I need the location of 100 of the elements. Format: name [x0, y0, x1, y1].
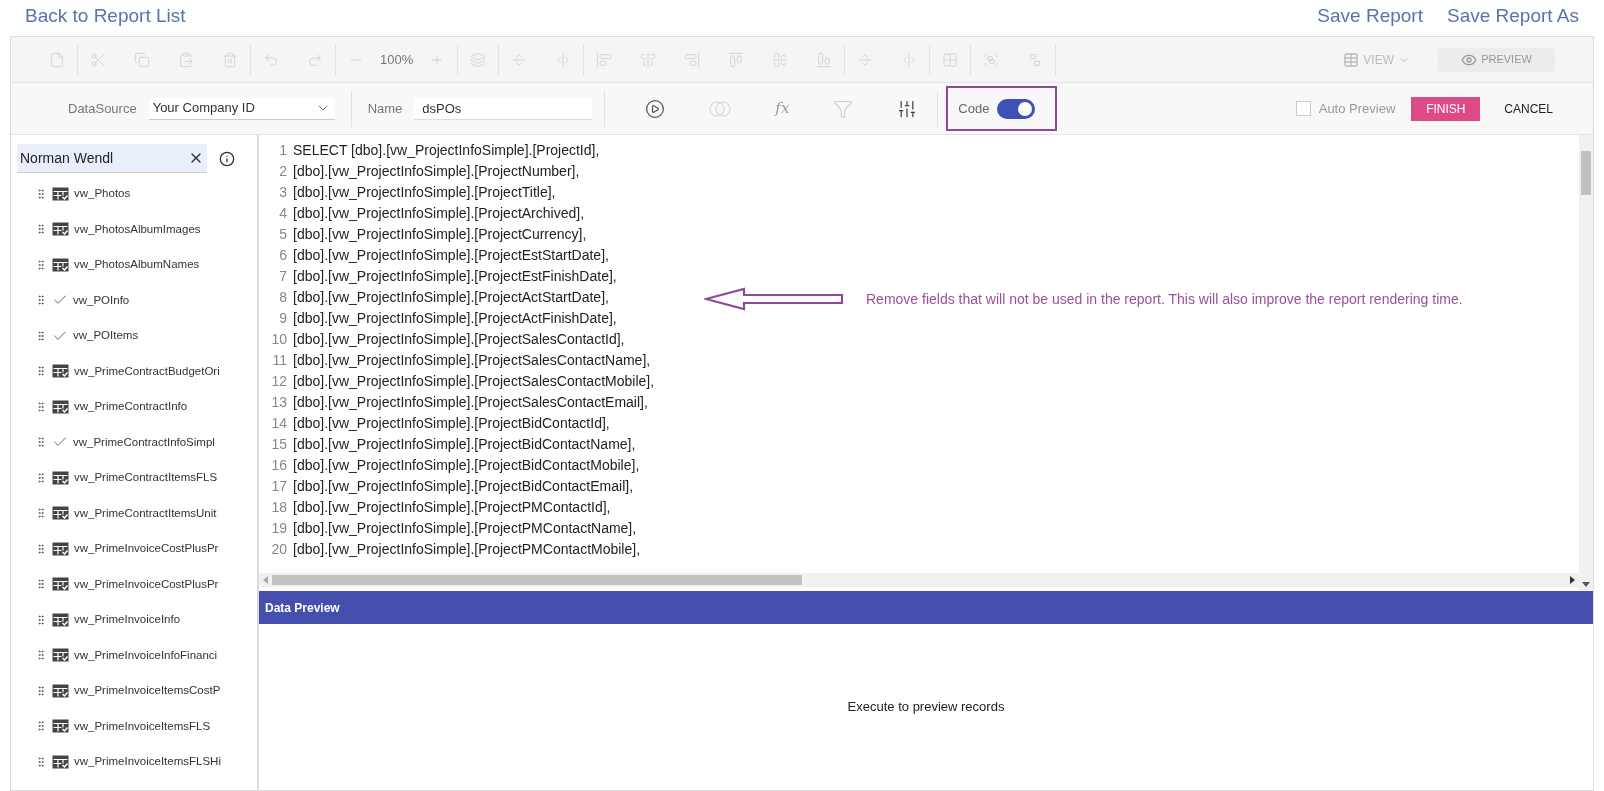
- table-list-item[interactable]: vw_PrimeInvoiceItemsCostP: [11, 673, 257, 709]
- code-toggle[interactable]: [997, 98, 1036, 119]
- align-bottom-icon[interactable]: [816, 51, 833, 68]
- table-check-icon: [52, 754, 69, 769]
- scroll-right-icon[interactable]: [1570, 576, 1575, 584]
- info-icon[interactable]: [219, 150, 235, 167]
- table-check-icon: [52, 577, 69, 592]
- table-list-item[interactable]: vw_PhotosAlbumNames: [11, 247, 257, 283]
- table-list-item[interactable]: vw_PrimeContractItemsFLS: [11, 460, 257, 496]
- line-number: 1: [278, 141, 288, 160]
- code-line: [dbo].[vw_ProjectInfoSimple].[ProjectPMContactName],: [293, 519, 637, 538]
- group-icon[interactable]: [983, 51, 1000, 68]
- table-list-item[interactable]: vw_PrimeInvoiceInfo: [11, 602, 257, 638]
- code-line: [dbo].[vw_ProjectInfoSimple].[ProjectBidContactId],: [293, 414, 610, 433]
- scroll-down-icon[interactable]: [1582, 582, 1590, 587]
- sliders-icon[interactable]: [897, 98, 918, 119]
- line-number: 7: [278, 267, 288, 286]
- align-left-icon[interactable]: [596, 51, 613, 68]
- back-link[interactable]: Back to Report List: [25, 2, 186, 31]
- table-list-item[interactable]: vw_POInfo: [11, 282, 257, 318]
- search-field[interactable]: Norman Wendl: [17, 144, 207, 173]
- auto-preview-checkbox[interactable]: [1295, 101, 1311, 116]
- code-line: [dbo].[vw_ProjectInfoSimple].[ProjectSalesContactEmail],: [293, 393, 648, 412]
- undo-icon[interactable]: [263, 51, 279, 68]
- table-check-icon: [52, 470, 69, 485]
- table-check-icon: [52, 186, 69, 201]
- line-number: 12: [270, 372, 288, 391]
- cancel-button[interactable]: CANCEL: [1504, 99, 1553, 118]
- align-middle-icon[interactable]: [772, 51, 789, 68]
- line-number: 5: [278, 225, 288, 244]
- line-number: 10: [270, 330, 288, 349]
- copy-icon[interactable]: [134, 51, 150, 68]
- empty-message: Execute to preview records: [847, 698, 1005, 717]
- code-line: [dbo].[vw_ProjectInfoSimple].[ProjectCurrency],: [293, 225, 587, 244]
- datasource-label: DataSource: [68, 99, 137, 118]
- table-check-icon: [52, 648, 69, 663]
- code-line: [dbo].[vw_ProjectInfoSimple].[ProjectTitle],: [293, 183, 556, 202]
- layers-icon[interactable]: [470, 51, 487, 68]
- finish-button[interactable]: FINISH: [1411, 96, 1481, 121]
- code-line: [dbo].[vw_ProjectInfoSimple].[ProjectBidContactName],: [293, 435, 636, 454]
- align-top-icon[interactable]: [728, 51, 745, 68]
- name-field[interactable]: dsPOs: [414, 97, 593, 120]
- table-list-item[interactable]: vw_PrimeInvoiceCostPlusPr: [11, 566, 257, 602]
- code-line: [dbo].[vw_ProjectInfoSimple].[ProjectPMContactId],: [293, 498, 611, 517]
- table-list-item[interactable]: vw_POItems: [11, 318, 257, 354]
- table-check-icon: [52, 506, 69, 521]
- zoom-level: 100%: [380, 50, 414, 69]
- table-list-item[interactable]: vw_Photos: [11, 176, 257, 212]
- name-label: Name: [367, 99, 403, 118]
- scissors-icon[interactable]: [90, 51, 106, 68]
- table-check-icon: [52, 612, 69, 627]
- line-number: 8: [278, 288, 288, 307]
- align-right-icon[interactable]: [684, 51, 701, 68]
- line-number: 19: [270, 519, 288, 538]
- join-icon[interactable]: [709, 100, 732, 117]
- code-line: [dbo].[vw_ProjectInfoSimple].[ProjectBidContactEmail],: [293, 477, 634, 496]
- code-line: [dbo].[vw_ProjectInfoSimple].[ProjectSalesContactId],: [293, 330, 625, 349]
- table-list-item[interactable]: vw_PrimeContractItemsUnit: [11, 495, 257, 531]
- line-number: 17: [270, 477, 288, 496]
- scrollbar-thumb[interactable]: [1581, 151, 1591, 195]
- paste-icon[interactable]: [178, 51, 194, 68]
- table-check-icon: [52, 257, 69, 272]
- align-center-icon[interactable]: [640, 51, 657, 68]
- table-check-icon: [52, 222, 69, 237]
- save-report-link[interactable]: Save Report: [1317, 2, 1423, 31]
- line-number: 3: [278, 183, 288, 202]
- table-list-item[interactable]: vw_PrimeInvoiceItemsFLSHi: [11, 744, 257, 780]
- scroll-left-icon[interactable]: [263, 576, 268, 584]
- table-list-item[interactable]: vw_PrimeContractInfoSimpl: [11, 424, 257, 460]
- table-list-item[interactable]: vw_PrimeInvoiceItemsFLS: [11, 708, 257, 744]
- table-check-icon: [52, 399, 69, 414]
- line-number: 11: [271, 351, 288, 370]
- line-number: 16: [270, 456, 288, 475]
- redo-icon[interactable]: [307, 51, 323, 68]
- code-line: [dbo].[vw_ProjectInfoSimple].[ProjectArchived],: [293, 204, 585, 223]
- auto-preview-label: Auto Preview: [1318, 99, 1396, 118]
- table-list-item[interactable]: vw_PrimeInvoiceInfoFinanci: [11, 637, 257, 673]
- table-list-item[interactable]: vw_PhotosAlbumImages: [11, 211, 257, 247]
- line-number: 18: [270, 498, 288, 517]
- code-line: SELECT [dbo].[vw_ProjectInfoSimple].[ProjectId],: [293, 141, 600, 160]
- code-label: Code: [958, 99, 990, 118]
- vertical-scrollbar[interactable]: [1579, 135, 1593, 591]
- line-number: 13: [270, 393, 288, 412]
- code-line: [dbo].[vw_ProjectInfoSimple].[ProjectBidContactMobile],: [293, 456, 640, 475]
- table-check-icon: [52, 719, 69, 734]
- run-icon[interactable]: [645, 98, 666, 119]
- save-report-link[interactable]: Save Report As: [1446, 2, 1579, 31]
- table-list-item[interactable]: vw_PrimeContractInfo: [11, 389, 257, 425]
- code-line: [dbo].[vw_ProjectInfoSimple].[ProjectActFinishDate],: [293, 309, 617, 328]
- trash-icon[interactable]: [222, 51, 238, 68]
- line-number: 2: [278, 162, 288, 181]
- new-file-icon[interactable]: [49, 51, 65, 68]
- line-number: 6: [278, 246, 288, 265]
- annotation-text: Remove fields that will not be used in the report. This will also improve the report rendering time.: [866, 289, 1463, 309]
- table-list-item[interactable]: vw_PrimeInvoiceCostPlusPr: [11, 531, 257, 567]
- datasource-select[interactable]: Your Company ID: [148, 97, 335, 120]
- grid-icon[interactable]: [942, 51, 959, 68]
- table-list-item[interactable]: vw_PrimeContractBudgetOri: [11, 353, 257, 389]
- horizontal-scrollbar[interactable]: [259, 573, 1579, 587]
- filter-icon[interactable]: [833, 98, 854, 119]
